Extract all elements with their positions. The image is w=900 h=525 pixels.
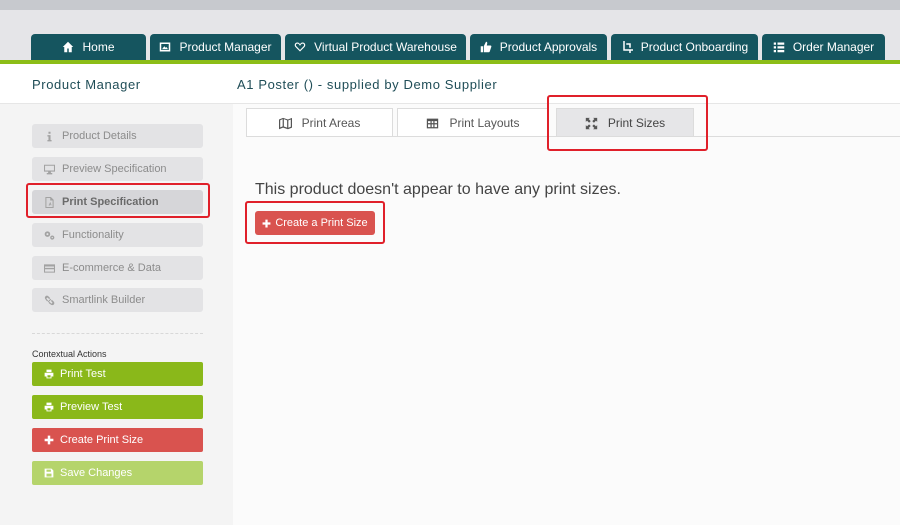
nav-tab-label: Product Manager — [179, 40, 272, 54]
highlight-print-specification — [26, 183, 210, 218]
nav-tab-product-manager[interactable]: Product Manager — [150, 34, 281, 60]
nav-tab-order-manager[interactable]: Order Manager — [762, 34, 885, 60]
info-icon — [47, 131, 52, 141]
preview-test-button[interactable]: Preview Test — [32, 395, 203, 419]
sidebar-item-smartlink-builder[interactable]: Smartlink Builder — [32, 288, 203, 312]
nav-tab-virtual-product-warehouse[interactable]: Virtual Product Warehouse — [285, 34, 466, 60]
plus-icon — [44, 435, 54, 445]
subtab-label: Print Layouts — [449, 116, 520, 130]
sidebar-item-label: E-commerce & Data — [62, 262, 162, 274]
printer-icon — [44, 369, 54, 379]
nav-tab-product-onboarding[interactable]: Product Onboarding — [611, 34, 758, 60]
list-icon — [773, 42, 785, 53]
subtab-print-layouts[interactable]: Print Layouts — [397, 108, 549, 137]
home-icon — [63, 41, 74, 53]
print-test-button[interactable]: Print Test — [32, 362, 203, 386]
create-print-size-sidebar-button[interactable]: Create Print Size — [32, 428, 203, 452]
save-changes-button[interactable]: Save Changes — [32, 461, 203, 485]
heart-icon — [294, 42, 306, 52]
empty-state-message: This product doesn't appear to have any … — [255, 181, 621, 198]
crop-icon — [623, 41, 633, 53]
printer-icon — [44, 402, 54, 412]
product-title: A1 Poster () - supplied by Demo Supplier — [237, 77, 498, 92]
main-content — [233, 104, 900, 525]
nav-tab-label: Order Manager — [792, 40, 875, 54]
nav-tab-product-approvals[interactable]: Product Approvals — [470, 34, 607, 60]
sidebar-divider — [32, 333, 203, 334]
link-icon — [44, 295, 55, 305]
nav-tab-label: Home — [82, 40, 115, 54]
sidebar-item-preview-specification[interactable]: Preview Specification — [32, 157, 203, 181]
top-strip — [0, 0, 900, 10]
sidebar-item-product-details[interactable]: Product Details — [32, 124, 203, 148]
button-label: Create Print Size — [60, 434, 144, 446]
nav-tab-label: Product Approvals — [499, 40, 598, 54]
sidebar-item-label: Product Details — [62, 130, 137, 142]
highlight-create-button — [245, 201, 385, 244]
subtab-label: Print Areas — [301, 116, 361, 130]
highlight-print-sizes-tab — [547, 95, 708, 151]
save-icon — [44, 468, 54, 478]
thumbs-up-icon — [480, 41, 492, 53]
section-title: Product Manager — [32, 77, 141, 92]
button-label: Save Changes — [60, 467, 133, 479]
map-icon — [278, 117, 292, 129]
sidebar-item-ecommerce-data[interactable]: E-commerce & Data — [32, 256, 203, 280]
credit-card-icon — [44, 263, 55, 273]
nav-tab-home[interactable]: Home — [31, 34, 146, 60]
sidebar-item-functionality[interactable]: Functionality — [32, 223, 203, 247]
sidebar-item-label: Preview Specification — [62, 163, 167, 175]
sidebar-item-label: Functionality — [62, 229, 124, 241]
contextual-actions-label: Contextual Actions — [32, 349, 107, 359]
table-icon — [427, 118, 439, 128]
button-label: Print Test — [60, 368, 106, 380]
subtab-print-areas[interactable]: Print Areas — [246, 108, 393, 137]
cogs-icon — [44, 230, 55, 240]
nav-tab-label: Virtual Product Warehouse — [314, 40, 457, 54]
button-label: Preview Test — [60, 401, 123, 413]
sidebar-item-label: Smartlink Builder — [62, 294, 146, 306]
image-icon — [160, 42, 171, 52]
nav-tab-label: Product Onboarding — [640, 40, 749, 54]
monitor-icon — [44, 164, 55, 174]
